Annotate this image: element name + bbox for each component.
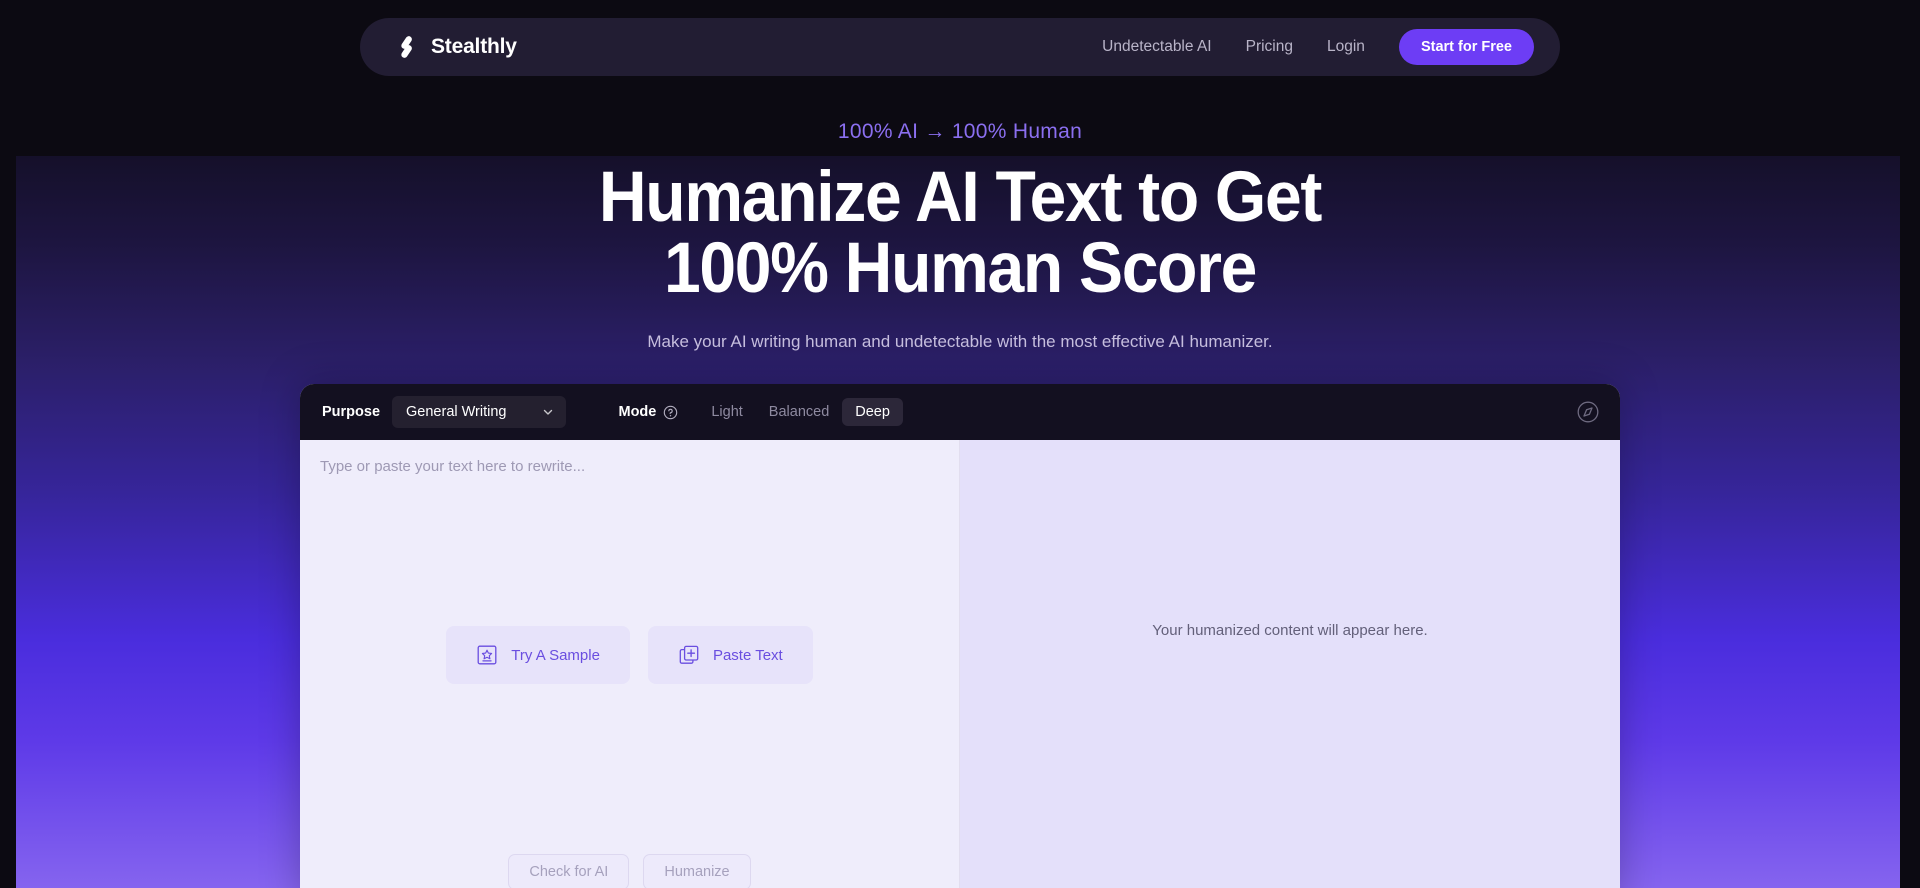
- site-header: Stealthly Undetectable AI Pricing Login …: [360, 18, 1560, 76]
- purpose-label: Purpose: [322, 404, 381, 420]
- nav-link-pricing[interactable]: Pricing: [1246, 38, 1293, 56]
- quick-action-group: Try A Sample Paste Text: [300, 626, 959, 684]
- humanize-button[interactable]: Humanize: [643, 854, 751, 888]
- paste-plus-icon: [679, 645, 699, 664]
- mode-tab-deep[interactable]: Deep: [842, 398, 903, 426]
- editor-toolbar: Purpose General Writing Mode Light Balan…: [300, 384, 1620, 440]
- mode-tab-light[interactable]: Light: [698, 398, 755, 426]
- try-a-sample-label: Try A Sample: [511, 646, 600, 664]
- purpose-dropdown[interactable]: General Writing: [392, 396, 567, 428]
- input-pane[interactable]: Type or paste your text here to rewrite.…: [300, 440, 960, 888]
- start-for-free-button[interactable]: Start for Free: [1398, 29, 1534, 65]
- page-root: Stealthly Undetectable AI Pricing Login …: [0, 0, 1920, 888]
- try-a-sample-button[interactable]: Try A Sample: [446, 626, 630, 684]
- paste-text-label: Paste Text: [712, 646, 783, 664]
- hero-subtitle: Make your AI writing human and undetecta…: [647, 332, 1273, 351]
- compass-icon[interactable]: [1574, 398, 1602, 426]
- main-navigation: Undetectable AI Pricing Login Start for …: [1102, 29, 1534, 65]
- nav-link-login[interactable]: Login: [1327, 38, 1365, 56]
- chevron-down-icon: [544, 409, 553, 415]
- mode-label: Mode: [618, 404, 657, 420]
- page-title: Humanize AI Text to Get 100% Human Score: [598, 158, 1322, 308]
- mode-tab-balanced[interactable]: Balanced: [756, 398, 842, 426]
- paste-text-button[interactable]: Paste Text: [647, 626, 813, 684]
- input-placeholder: Type or paste your text here to rewrite.…: [320, 458, 586, 475]
- output-pane: Your humanized content will appear here.: [960, 440, 1620, 888]
- hero-section: 100% AI → 100% Human Humanize AI Text to…: [0, 120, 1920, 352]
- purpose-selected-value: General Writing: [406, 404, 507, 420]
- editor-action-bar: Check for AI Humanize: [300, 854, 959, 888]
- output-placeholder: Your humanized content will appear here.: [1152, 622, 1428, 639]
- nav-link-undetectable-ai[interactable]: Undetectable AI: [1102, 38, 1211, 56]
- stealthly-logo-icon: [401, 36, 412, 58]
- check-for-ai-button[interactable]: Check for AI: [508, 854, 630, 888]
- mode-selector: Mode Light Balanced Deep: [618, 398, 903, 426]
- star-box-icon: [477, 645, 497, 665]
- brand-name: Stealthly: [431, 35, 517, 58]
- help-circle-icon[interactable]: [663, 405, 678, 420]
- editor-body: Type or paste your text here to rewrite.…: [300, 440, 1620, 888]
- humanizer-app-card: Purpose General Writing Mode Light Balan…: [300, 384, 1620, 888]
- hero-eyebrow: 100% AI → 100% Human: [837, 120, 1083, 143]
- brand-logo-link[interactable]: Stealthly: [394, 34, 517, 60]
